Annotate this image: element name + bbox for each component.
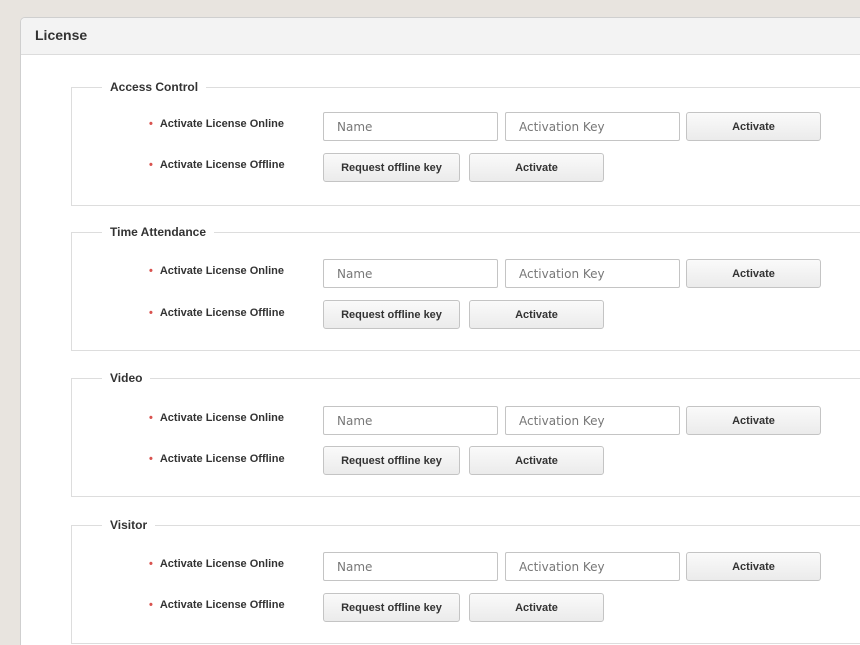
bullet-icon: •: [149, 118, 153, 130]
activation-key-input[interactable]: [505, 406, 680, 435]
offline-label: • Activate License Offline: [149, 453, 285, 465]
activate-online-button[interactable]: Activate: [686, 406, 821, 435]
section-legend: Time Attendance: [102, 224, 215, 240]
activate-online-button[interactable]: Activate: [686, 112, 821, 141]
activate-offline-button[interactable]: Activate: [469, 593, 604, 622]
bullet-icon: •: [149, 412, 153, 424]
offline-label: • Activate License Offline: [149, 159, 285, 171]
section-video: Video •Activate License Online Activate …: [71, 370, 860, 497]
section-access-control: Access Control • Activate License Online …: [71, 79, 860, 206]
name-input[interactable]: [323, 112, 498, 141]
bullet-icon: •: [149, 159, 153, 171]
offline-label: • Activate License Offline: [149, 307, 285, 319]
name-input[interactable]: [323, 406, 498, 435]
section-visitor: Visitor •Activate License Online Activat…: [71, 517, 860, 644]
bullet-icon: •: [149, 307, 153, 319]
online-label: • Activate License Online: [149, 265, 284, 277]
activate-offline-button[interactable]: Activate: [469, 153, 604, 182]
online-label: • Activate License Online: [149, 412, 284, 424]
offline-label: • Activate License Offline: [149, 599, 285, 611]
request-offline-key-button[interactable]: Request offline key: [323, 446, 460, 475]
online-label: • Activate License Online: [149, 558, 284, 570]
online-label: • Activate License Online: [149, 118, 284, 130]
section-legend: Access Control: [102, 79, 207, 95]
bullet-icon: •: [149, 599, 153, 611]
activation-key-input[interactable]: [505, 112, 680, 141]
section-time-attendance: Time Attendance • Activate License Online…: [71, 224, 860, 351]
name-input[interactable]: [323, 552, 498, 581]
bullet-icon: •: [149, 453, 153, 465]
bullet-icon: •: [149, 558, 153, 570]
section-legend: Video: [102, 370, 151, 386]
panel-title: License: [21, 18, 860, 55]
license-panel: License Access Control • Activate License…: [20, 17, 860, 645]
request-offline-key-button[interactable]: Request offline key: [323, 593, 460, 622]
activate-online-button[interactable]: Activate: [686, 259, 821, 288]
activation-key-input[interactable]: [505, 259, 680, 288]
request-offline-key-button[interactable]: Request offline key: [323, 153, 460, 182]
section-legend: Visitor: [102, 517, 156, 533]
request-offline-key-button[interactable]: Request offline key: [323, 300, 460, 329]
bullet-icon: •: [149, 265, 153, 277]
activate-offline-button[interactable]: Activate: [469, 300, 604, 329]
activation-key-input[interactable]: [505, 552, 680, 581]
activate-online-button[interactable]: Activate: [686, 552, 821, 581]
activate-offline-button[interactable]: Activate: [469, 446, 604, 475]
name-input[interactable]: [323, 259, 498, 288]
